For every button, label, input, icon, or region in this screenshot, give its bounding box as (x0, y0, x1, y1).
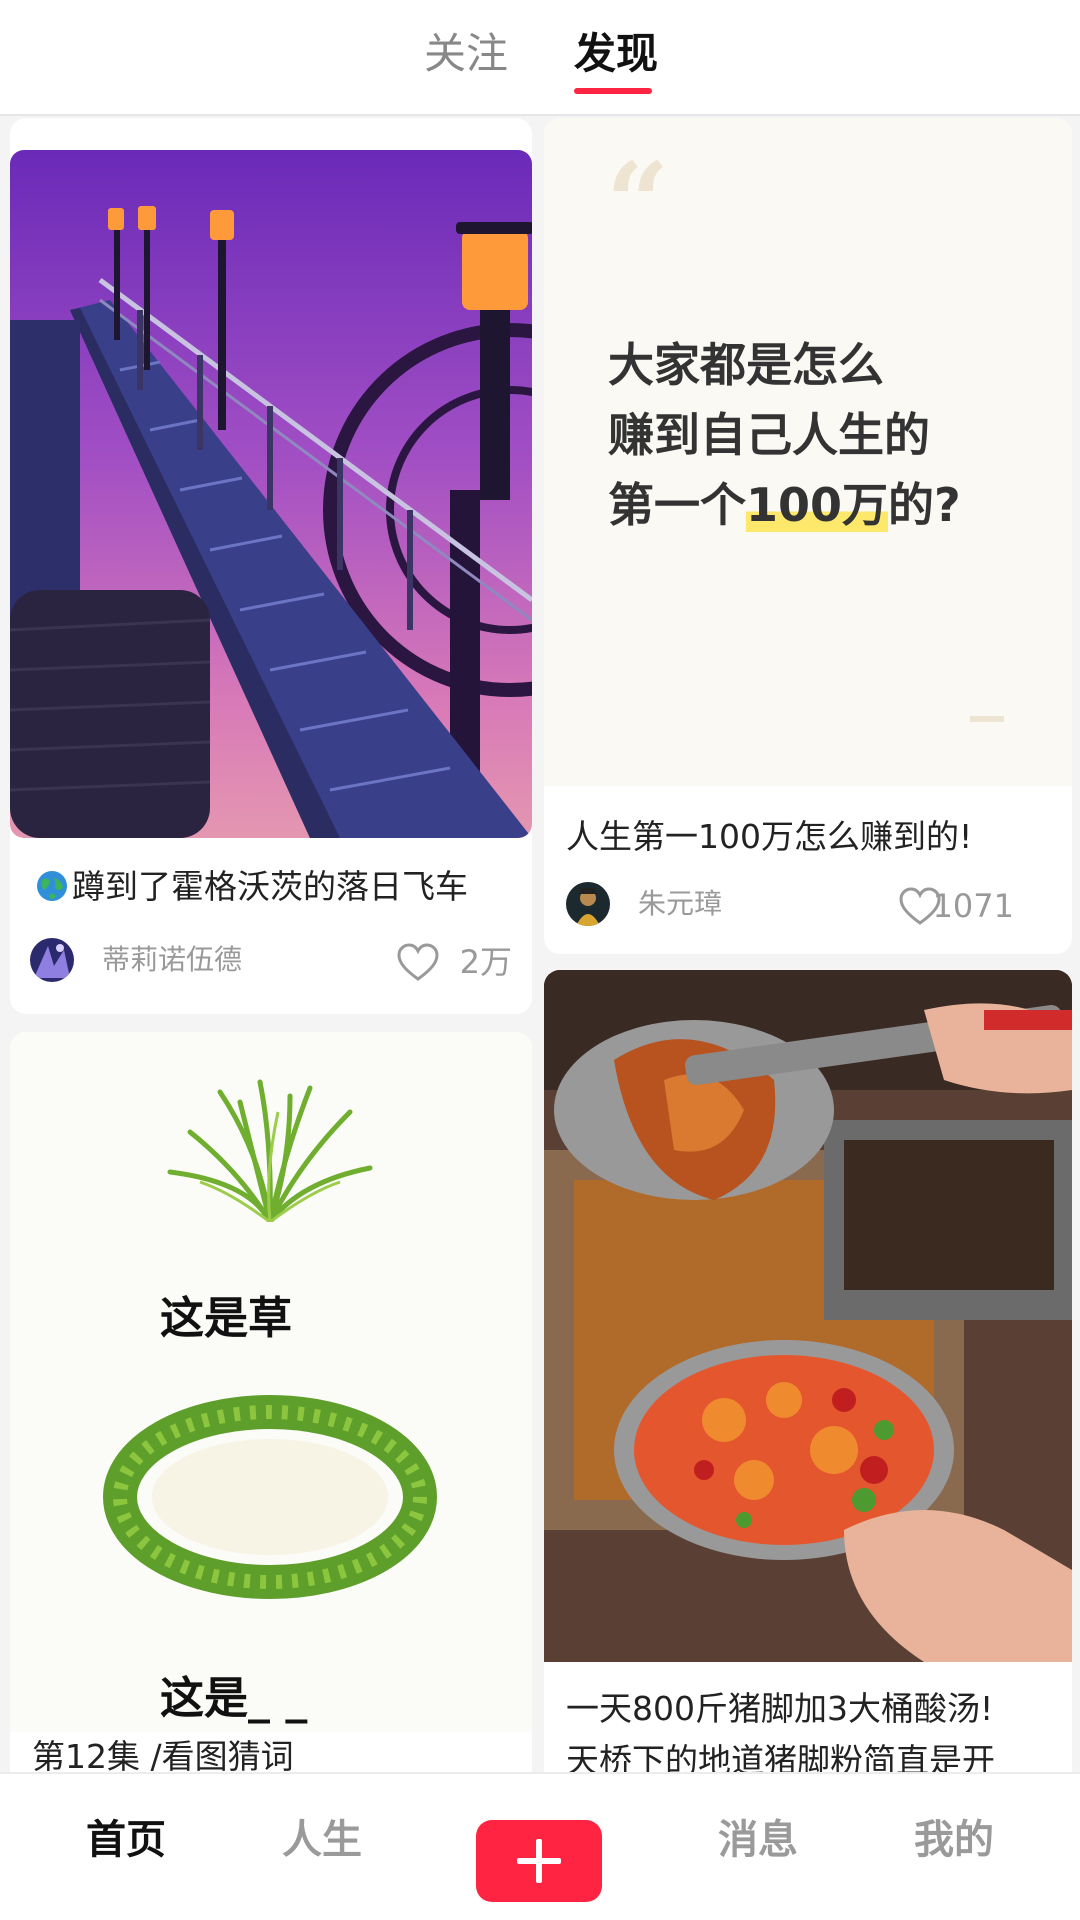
quote-line: 大家都是怎么 (608, 338, 884, 392)
card-meta: 朱元璋 1071 (566, 880, 1014, 930)
card-meta: 蒂莉诺伍德 2万 (30, 936, 512, 986)
quote-line: 赚到自己人生的 (608, 408, 930, 462)
grass-label-top: 这是草 (160, 1293, 292, 1344)
like-button[interactable]: 1071 (864, 880, 1014, 930)
card-cover-image (544, 970, 1072, 1662)
like-button[interactable]: 2万 (362, 936, 512, 986)
tab-discover[interactable]: 发现 (574, 26, 658, 82)
card-cover-image: 这是草 这是_ _ (10, 1032, 532, 1732)
feed-card[interactable]: 一天800斤猪脚加3大桶酸汤! 天桥下的地道猪脚粉简直是开 (544, 970, 1072, 1772)
author-name[interactable]: 朱元璋 (638, 884, 722, 924)
card-title-line: 天桥下的地道猪脚粉简直是开 (566, 1741, 995, 1772)
grass-label-bottom: 这是_ _ (160, 1673, 308, 1724)
avatar[interactable] (566, 882, 610, 926)
feed-card[interactable]: 蹲到了霍格沃茨的落日飞车 蒂莉诺伍德 2万 (10, 118, 532, 1014)
author-name[interactable]: 蒂莉诺伍德 (102, 940, 242, 980)
card-title-text: 蹲到了霍格沃茨的落日飞车 (72, 867, 468, 906)
nav-messages[interactable]: 消息 (718, 1810, 798, 1870)
top-tab-bar: 关注 发现 (0, 0, 1080, 116)
quote-line-part: 第一个 (608, 478, 746, 532)
card-cover-quote: “ 大家都是怎么 赚到自己人生的 第一个100万的? (544, 118, 1072, 786)
grass-ring-image (103, 1395, 437, 1599)
quote-highlight: 100万 (746, 478, 889, 532)
grass-tuft-image (167, 1079, 373, 1222)
nav-home[interactable]: 首页 (86, 1810, 166, 1870)
card-title: 人生第一100万怎么赚到的! (566, 817, 973, 856)
like-count: 2万 (459, 943, 512, 981)
avatar[interactable] (30, 938, 74, 982)
tab-follow[interactable]: 关注 (424, 26, 508, 82)
quote-line-tail: 的? (888, 478, 961, 532)
card-title-line: 一天800斤猪脚加3大桶酸汤! (566, 1689, 994, 1728)
bottom-nav: 首页 人生 消息 我的 (0, 1772, 1080, 1920)
heart-icon[interactable] (396, 942, 440, 982)
quote-mark-icon: “ (606, 138, 670, 267)
feed-card[interactable]: “ 大家都是怎么 赚到自己人生的 第一个100万的? 人生第一100万怎么赚到的… (544, 118, 1072, 954)
app-screen: 关注 发现 蹲到了霍格沃茨的落日飞车 蒂莉诺伍德 2万 “ 大家都是怎么 赚到自… (0, 0, 1080, 1920)
quote-dash (970, 716, 1004, 722)
card-cover-image (10, 150, 532, 838)
active-tab-indicator (574, 88, 652, 94)
nav-life[interactable]: 人生 (282, 1810, 362, 1870)
quote-text: 大家都是怎么 赚到自己人生的 第一个100万的? (608, 330, 961, 540)
feed-card[interactable]: 这是草 这是_ _ 第12集 /看图猜词 (10, 1032, 532, 1772)
discover-feed[interactable]: 蹲到了霍格沃茨的落日飞车 蒂莉诺伍德 2万 “ 大家都是怎么 赚到自己人生的 第… (0, 118, 1080, 1772)
plus-icon (517, 1839, 561, 1883)
quote-line: 第一个100万的? (608, 470, 961, 540)
card-title: 第12集 /看图猜词 (32, 1737, 294, 1772)
nav-me[interactable]: 我的 (914, 1810, 994, 1870)
add-post-button[interactable] (476, 1820, 602, 1902)
card-title: 蹲到了霍格沃茨的落日飞车 (36, 862, 468, 912)
like-count: 1071 (932, 887, 1014, 925)
globe-icon (37, 871, 67, 901)
